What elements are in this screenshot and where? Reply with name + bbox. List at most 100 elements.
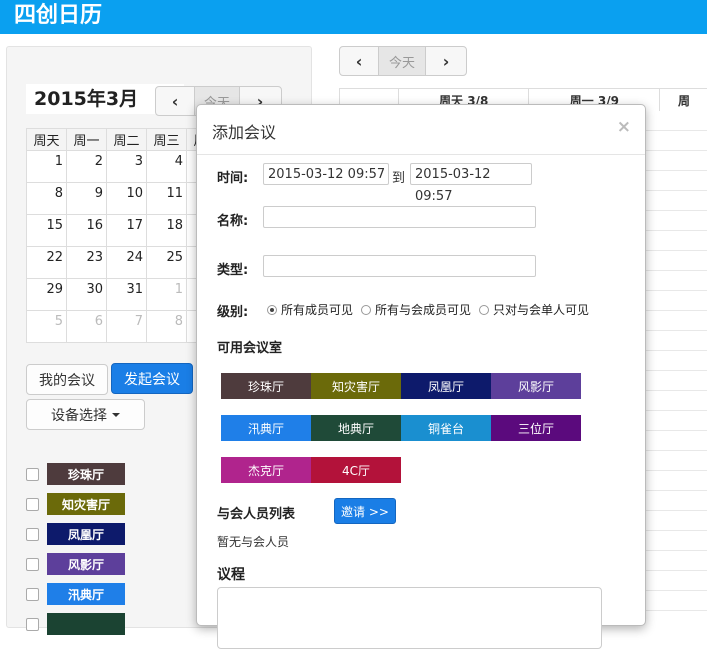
next-week-button[interactable]: › [426, 47, 466, 75]
chevron-left-icon: ‹ [355, 51, 363, 71]
mini-calendar-day[interactable]: 29 [26, 278, 67, 311]
prev-week-button[interactable]: ‹ [340, 47, 379, 75]
dialog-title: 添加会议 [212, 123, 277, 142]
mini-calendar-day[interactable]: 4 [146, 150, 187, 183]
mini-calendar-day[interactable]: 23 [66, 246, 107, 279]
weekday-header: 周三 [146, 128, 187, 151]
room-option[interactable]: 珍珠厅 [221, 373, 311, 399]
mini-calendar-day[interactable]: 1 [26, 150, 67, 183]
level-option-label: 所有与会成员可见 [375, 303, 472, 317]
weekday-header: 周天 [26, 128, 67, 151]
radio-icon [267, 304, 277, 315]
room-filter-row [26, 613, 125, 635]
weekday-header: 周一 [66, 128, 107, 151]
mini-calendar-day[interactable]: 11 [146, 182, 187, 215]
room-option[interactable]: 三位厅 [491, 415, 581, 441]
mini-calendar-day[interactable]: 25 [146, 246, 187, 279]
mini-calendar-day[interactable]: 24 [106, 246, 147, 279]
level-radio-group: 所有成员可见 所有与会成员可见 只对与会单人可见 [267, 301, 597, 318]
time-separator: 到 [392, 171, 406, 186]
mini-calendar-day[interactable]: 15 [26, 214, 67, 247]
rooms-heading: 可用会议室 [217, 341, 283, 356]
agenda-textarea[interactable] [217, 587, 602, 649]
prev-month-button[interactable]: ‹ [156, 87, 195, 115]
room-filter-row: 知灾害厅 [26, 493, 125, 515]
mini-calendar-day[interactable]: 18 [146, 214, 187, 247]
room-filter-tag: 知灾害厅 [47, 493, 125, 515]
mini-calendar-day[interactable]: 8 [146, 310, 187, 343]
mini-calendar-day[interactable]: 31 [106, 278, 147, 311]
type-input[interactable] [263, 255, 536, 277]
radio-icon [479, 304, 490, 315]
room-option[interactable]: 4C厅 [311, 457, 401, 483]
room-option[interactable]: 凤凰厅 [401, 373, 491, 399]
room-filter-checkbox[interactable] [26, 527, 39, 541]
room-filter-row: 凤凰厅 [26, 523, 125, 545]
room-filter-tag: 汛典厅 [47, 583, 125, 605]
level-option-label: 只对与会单人可见 [493, 303, 590, 317]
app-title: 四创日历 [14, 3, 103, 28]
room-filter-row: 珍珠厅 [26, 463, 125, 485]
name-input[interactable] [263, 206, 536, 228]
room-filter-tag: 凤凰厅 [47, 523, 125, 545]
no-attendees-text: 暂无与会人员 [217, 535, 290, 549]
invite-button[interactable]: 邀请 >> [334, 498, 396, 524]
dialog-header: 添加会议 × [197, 105, 645, 155]
week-today-button[interactable]: 今天 [379, 47, 426, 75]
room-option[interactable]: 铜雀台 [401, 415, 491, 441]
room-filter-checkbox[interactable] [26, 587, 39, 601]
mini-calendar-day[interactable]: 16 [66, 214, 107, 247]
my-meetings-button[interactable]: 我的会议 [26, 364, 108, 395]
level-option[interactable]: 只对与会单人可见 [479, 301, 589, 318]
mini-calendar-day[interactable]: 2 [66, 150, 107, 183]
mini-calendar-day[interactable]: 6 [66, 310, 107, 343]
attendees-label: 与会人员列表 [217, 507, 296, 522]
day-column-header: 周 [678, 93, 691, 108]
room-option[interactable]: 汛典厅 [221, 415, 311, 441]
room-filter-tag: 风影厅 [47, 553, 125, 575]
level-option[interactable]: 所有成员可见 [267, 301, 353, 318]
close-icon[interactable]: × [617, 117, 631, 137]
weekday-header: 周二 [106, 128, 147, 151]
room-filter-checkbox[interactable] [26, 467, 39, 481]
agenda-label: 议程 [217, 567, 245, 583]
mini-calendar-day[interactable]: 7 [106, 310, 147, 343]
room-option[interactable]: 风影厅 [491, 373, 581, 399]
mini-calendar-day[interactable]: 10 [106, 182, 147, 215]
level-option[interactable]: 所有与会成员可见 [361, 301, 471, 318]
mini-calendar-day[interactable]: 22 [26, 246, 67, 279]
room-filter-tag: 珍珠厅 [47, 463, 125, 485]
room-filter-tag [47, 613, 125, 635]
type-label: 类型: [217, 263, 249, 278]
device-select-dropdown[interactable]: 设备选择 [26, 399, 145, 430]
start-time-input[interactable]: 2015-03-12 09:57 [263, 163, 389, 185]
room-option[interactable]: 杰克厅 [221, 457, 311, 483]
mini-calendar-day[interactable]: 17 [106, 214, 147, 247]
room-option[interactable]: 地典厅 [311, 415, 401, 441]
start-meeting-button[interactable]: 发起会议 [111, 363, 193, 394]
mini-calendar-day[interactable]: 1 [146, 278, 187, 311]
mini-calendar-day[interactable]: 8 [26, 182, 67, 215]
room-filter-checkbox[interactable] [26, 557, 39, 571]
room-filter-row: 汛典厅 [26, 583, 125, 605]
chevron-right-icon: › [442, 51, 450, 71]
mini-calendar-day[interactable]: 9 [66, 182, 107, 215]
room-filter-checkbox[interactable] [26, 497, 39, 511]
room-filter-checkbox[interactable] [26, 617, 39, 631]
add-meeting-dialog: 添加会议 × 时间: 2015-03-12 09:57 到 2015-03-12… [196, 104, 646, 649]
mini-calendar-day[interactable]: 30 [66, 278, 107, 311]
chevron-left-icon: ‹ [171, 91, 179, 111]
mini-calendar-day[interactable]: 5 [26, 310, 67, 343]
time-label: 时间: [217, 171, 249, 186]
week-nav: ‹ 今天 › [339, 46, 467, 76]
room-option[interactable]: 知灾害厅 [311, 373, 401, 399]
top-bar: 四创日历 [0, 0, 707, 34]
name-label: 名称: [217, 214, 249, 229]
radio-icon [361, 304, 372, 315]
mini-calendar-day[interactable]: 3 [106, 150, 147, 183]
device-select-label: 设备选择 [51, 407, 107, 424]
end-time-input[interactable]: 2015-03-12 09:57 [410, 163, 532, 204]
caret-down-icon [112, 412, 120, 417]
level-option-label: 所有成员可见 [281, 303, 354, 317]
room-filter-row: 风影厅 [26, 553, 125, 575]
